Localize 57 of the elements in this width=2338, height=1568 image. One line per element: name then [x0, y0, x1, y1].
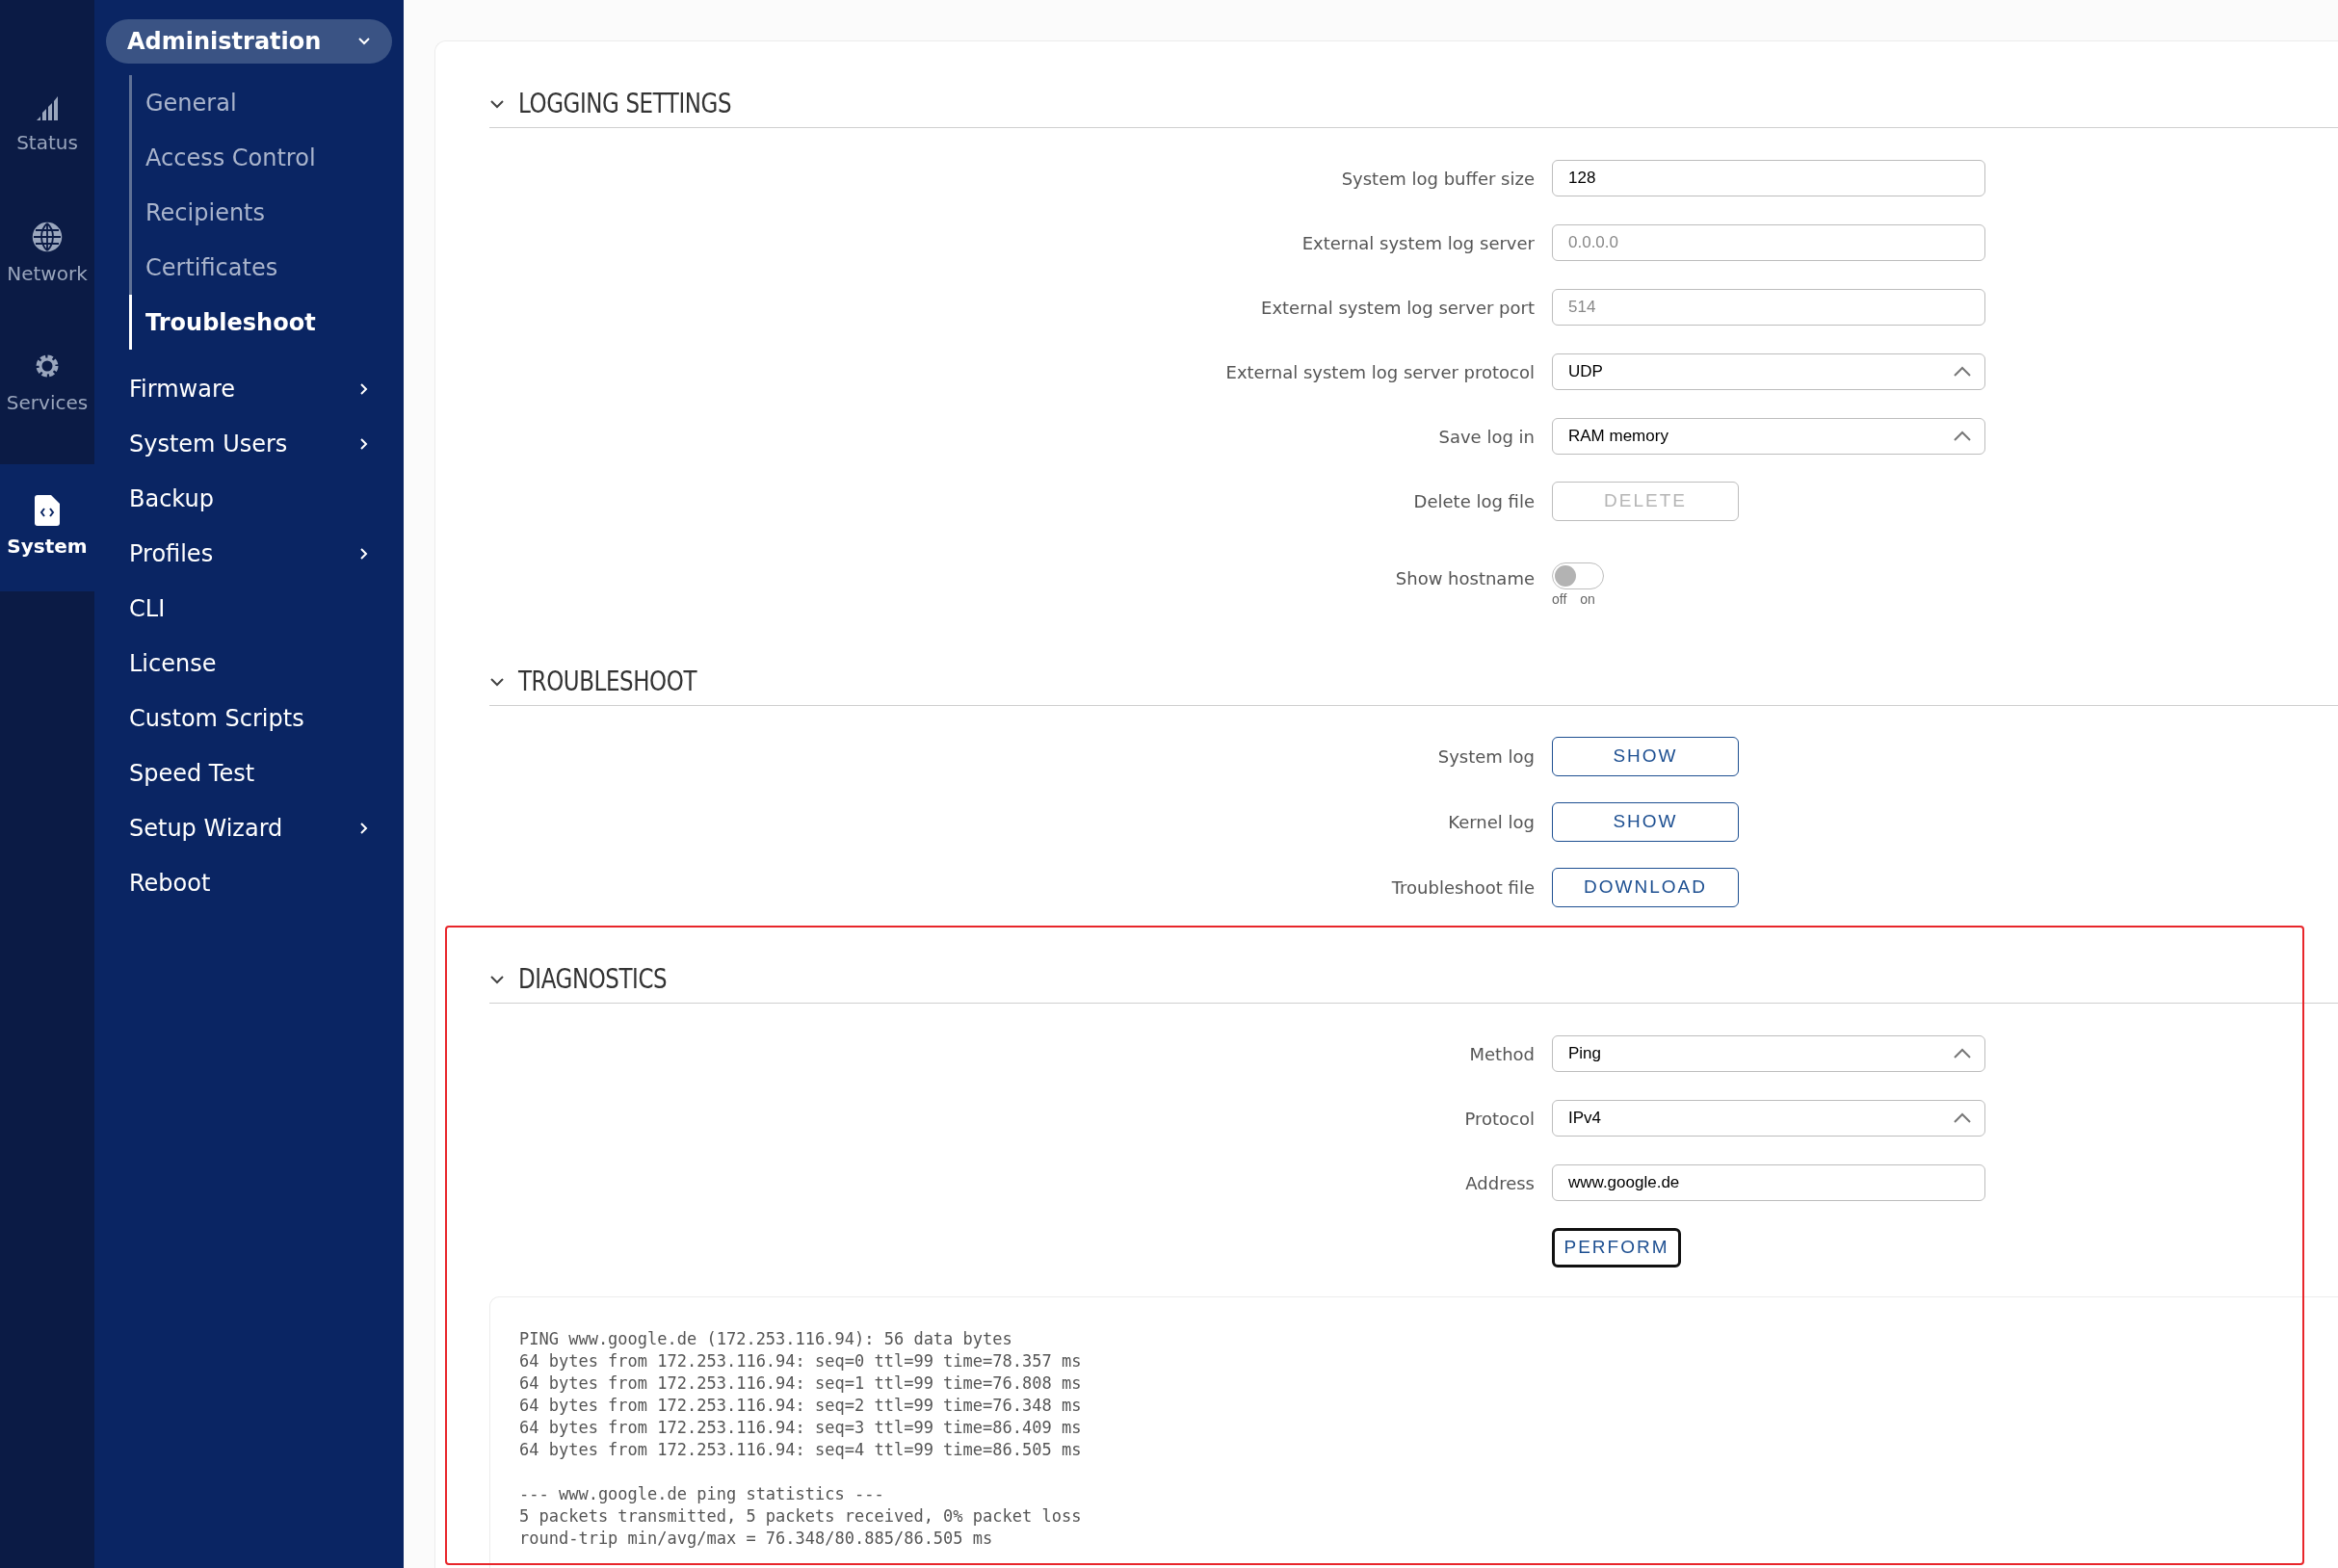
nav-subitem[interactable]: Recipients — [132, 185, 404, 240]
action-button[interactable]: DOWNLOAD — [1552, 868, 1739, 907]
rail-item[interactable]: System — [0, 464, 94, 591]
section-title: LOGGING SETTINGS — [518, 86, 732, 121]
chevron-up-icon — [1954, 1048, 1971, 1059]
nav-item[interactable]: Custom Scripts — [94, 691, 404, 745]
nav-item[interactable]: System Users — [94, 416, 404, 471]
code-file-icon — [35, 495, 60, 526]
section-title: DIAGNOSTICS — [518, 961, 668, 997]
field-label: Save log in — [1437, 425, 1535, 449]
nav-item[interactable]: Reboot — [94, 855, 404, 910]
field-label: External system log server port — [1260, 296, 1535, 320]
text-field[interactable]: 128 — [1552, 160, 1985, 196]
field-label: Address — [1464, 1171, 1535, 1195]
text-field[interactable]: 514 — [1552, 289, 1985, 326]
rail-item[interactable]: Status — [0, 77, 94, 173]
nav-item[interactable]: Speed Test — [94, 745, 404, 800]
field-label: System log — [1436, 745, 1535, 769]
nav-subitem[interactable]: General — [132, 75, 404, 130]
field-label: Delete log file — [1412, 490, 1535, 513]
select-field[interactable]: RAM memory — [1552, 418, 1985, 455]
text-field[interactable]: www.google.de — [1552, 1164, 1985, 1201]
command-output: PING www.google.de (172.253.116.94): 56 data bytes 64 bytes from 172.253.116.94: seq=0 ttl=99 time=78.357 ms 64 bytes from 172.253.116.94: seq=1 ttl=99 time=76.808 ms 64 bytes from 172.253.116.94: seq=2 ttl=99 time=76.348 ms 64 bytes from 172.253.116.94: seq=3 ttl=99 time=86.409 ms 64 bytes from 172.253.116.94: seq=4 ttl=99 time=86.505 ms --- www.google.de ping statistics --- 5 packets transmitted, 5 packets received, 0% packet loss round-trip min/avg/max = 76.348/80.885/86.505 ms — [489, 1296, 2338, 1568]
nav-group-header[interactable]: Administration — [106, 19, 392, 64]
field-label: External system log server protocol — [1224, 360, 1535, 384]
select-field[interactable]: UDP — [1552, 353, 1985, 390]
action-button[interactable]: SHOW — [1552, 802, 1739, 842]
chevron-up-icon — [1954, 1112, 1971, 1124]
nav-item[interactable]: License — [94, 636, 404, 691]
globe-icon — [31, 221, 64, 253]
rail-item[interactable]: Services — [0, 335, 94, 431]
select-field[interactable]: Ping — [1552, 1035, 1985, 1072]
field-label: Show hostname — [1394, 567, 1535, 590]
rail-item[interactable]: Network — [0, 206, 94, 302]
nav-subitem[interactable]: Access Control — [132, 130, 404, 185]
field-label: Kernel log — [1447, 811, 1535, 834]
nav-item[interactable]: Profiles — [94, 526, 404, 581]
toggle-switch[interactable] — [1552, 562, 1604, 589]
nav-item[interactable]: Backup — [94, 471, 404, 526]
action-button[interactable]: PERFORM — [1552, 1228, 1681, 1267]
field-label: Troubleshoot file — [1390, 876, 1535, 900]
toggle-on-label: on — [1580, 590, 1595, 609]
field-label: Protocol — [1463, 1107, 1535, 1131]
chevron-up-icon — [1954, 366, 1971, 378]
nav-item[interactable]: CLI — [94, 581, 404, 636]
text-field[interactable]: 0.0.0.0 — [1552, 224, 1985, 261]
toggle-off-label: off — [1552, 590, 1567, 609]
field-label: Method — [1468, 1042, 1535, 1066]
field-label: External system log server — [1300, 231, 1535, 255]
action-button[interactable]: SHOW — [1552, 737, 1739, 776]
nav-item[interactable]: Firmware — [94, 361, 404, 416]
chevron-up-icon — [1954, 431, 1971, 442]
nav-item[interactable]: Setup Wizard — [94, 800, 404, 855]
section-title: TROUBLESHOOT — [518, 664, 696, 699]
field-label: System log buffer size — [1340, 167, 1535, 191]
select-field[interactable]: IPv4 — [1552, 1100, 1985, 1137]
nav-subitem[interactable]: Certificates — [132, 240, 404, 295]
